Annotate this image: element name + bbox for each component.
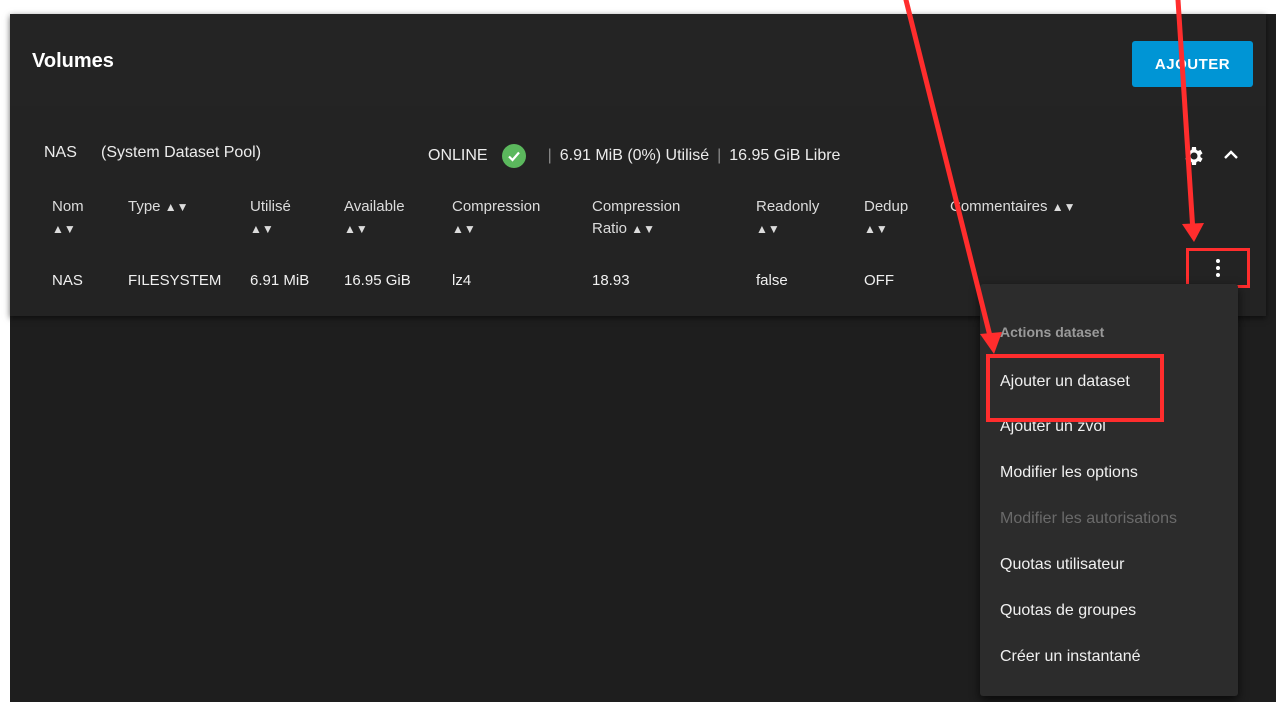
sort-icon: ▲▼ <box>1051 200 1076 214</box>
table-cell: 6.91 MiB <box>250 272 310 289</box>
pool-name: NAS <box>44 144 77 161</box>
check-circle-icon <box>501 144 526 168</box>
separator: | <box>717 147 722 164</box>
sort-icon: ▲▼ <box>250 222 274 236</box>
kebab-menu-icon[interactable] <box>1186 248 1250 288</box>
column-header[interactable]: Dedup ▲▼ <box>864 196 908 240</box>
separator: | <box>547 147 552 164</box>
table-cell: lz4 <box>452 272 472 289</box>
menu-item-create-snapshot[interactable]: Créer un instantané <box>1000 648 1141 666</box>
table-cell: 18.93 <box>592 272 630 289</box>
menu-item-edit-options[interactable]: Modifier les options <box>1000 464 1138 482</box>
chevron-up-icon[interactable] <box>1222 148 1240 162</box>
column-header[interactable]: Readonly ▲▼ <box>756 196 819 240</box>
column-header[interactable]: Utilisé ▲▼ <box>250 196 291 240</box>
card-header: Volumes AJOUTER <box>10 14 1266 107</box>
gear-icon[interactable] <box>1181 144 1205 168</box>
pool-free: 16.95 GiB Libre <box>729 147 841 164</box>
pool-status-text: ONLINE <box>428 147 488 164</box>
sort-icon: ▲▼ <box>452 222 476 236</box>
menu-title: Actions dataset <box>1000 324 1105 340</box>
column-header[interactable]: Compression ▲▼ <box>452 196 540 240</box>
menu-item-edit-permissions: Modifier les autorisations <box>1000 510 1177 527</box>
table-cell: NAS <box>52 272 83 289</box>
sort-icon: ▲▼ <box>631 222 655 236</box>
dataset-actions-menu: Actions dataset Ajouter un dataset Ajout… <box>980 284 1238 696</box>
pool-row[interactable]: NAS (System Dataset Pool) ONLINE | 6.91 … <box>10 106 1266 184</box>
sort-icon: ▲▼ <box>52 222 76 236</box>
column-header[interactable]: Nom ▲▼ <box>52 196 84 240</box>
pool-subtitle: (System Dataset Pool) <box>101 144 262 161</box>
pool-status: ONLINE | 6.91 MiB (0%) Utilisé | 16.95 G… <box>428 144 840 168</box>
column-header[interactable]: Commentaires ▲▼ <box>950 196 1075 218</box>
app-frame: Volumes AJOUTER NAS (System Dataset Pool… <box>10 14 1276 702</box>
page-title: Volumes <box>32 50 114 72</box>
table-cell: false <box>756 272 788 289</box>
table-cell: FILESYSTEM <box>128 272 222 289</box>
table-cell: 16.95 GiB <box>344 272 411 289</box>
column-header[interactable]: Compression Ratio ▲▼ <box>592 196 680 240</box>
column-header[interactable]: Type ▲▼ <box>128 196 188 218</box>
menu-item-user-quotas[interactable]: Quotas utilisateur <box>1000 556 1125 574</box>
sort-icon: ▲▼ <box>756 222 780 236</box>
sort-icon: ▲▼ <box>344 222 368 236</box>
column-header[interactable]: Available ▲▼ <box>344 196 405 240</box>
pool-usage: 6.91 MiB (0%) Utilisé <box>559 147 710 164</box>
menu-item-group-quotas[interactable]: Quotas de groupes <box>1000 602 1136 620</box>
volumes-card: Volumes AJOUTER NAS (System Dataset Pool… <box>10 14 1266 316</box>
table-cell: OFF <box>864 272 894 289</box>
sort-icon: ▲▼ <box>864 222 888 236</box>
add-button[interactable]: AJOUTER <box>1132 41 1253 87</box>
highlight-box <box>986 354 1164 422</box>
sort-icon: ▲▼ <box>164 200 189 214</box>
